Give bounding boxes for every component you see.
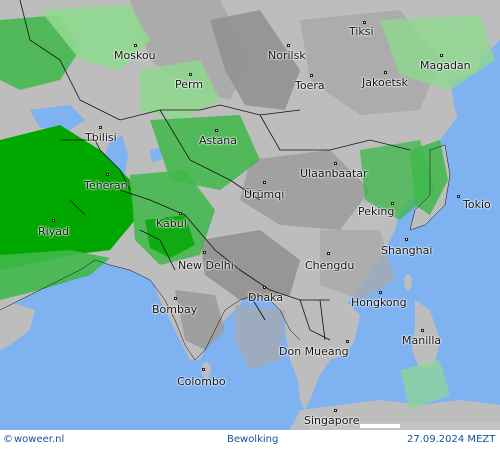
city-riyad: Riyad	[38, 219, 69, 238]
city-label: Jakoetsk	[362, 76, 408, 89]
city-teheran: Teheran	[84, 173, 128, 192]
city-tiksi: Tiksi	[349, 21, 374, 38]
landmass-taiwan	[404, 274, 412, 290]
city-dot	[106, 173, 109, 176]
city-ulaanbaatar: Ulaanbaatar	[300, 162, 368, 180]
city-label: Magadan	[420, 59, 471, 72]
city-dot	[263, 181, 266, 184]
map-footer: © woweer.nl Bewolking 27.09.2024 MEZT	[0, 430, 500, 450]
city-norilsk: Norilsk	[268, 44, 306, 62]
city-dot	[263, 286, 266, 289]
city-dot	[334, 162, 337, 165]
city-label: Tiksi	[349, 25, 374, 38]
city-dot	[440, 54, 443, 57]
city-dot	[391, 202, 394, 205]
city-label: Toera	[295, 79, 325, 92]
city-donmueang: Don Mueang	[279, 340, 349, 358]
city-magadan: Magadan	[420, 54, 471, 72]
city-label: Manilla	[402, 334, 442, 347]
city-label: Moskou	[114, 49, 156, 62]
city-dot	[310, 74, 313, 77]
city-chengdu: Chengdu	[305, 252, 355, 272]
city-shanghai: Shanghai	[381, 238, 433, 257]
city-label: Shanghai	[381, 244, 433, 257]
city-dot	[327, 252, 330, 255]
city-toera: Toera	[295, 74, 325, 92]
city-label: Tbilisi	[85, 131, 117, 144]
city-dot	[179, 212, 182, 215]
city-label: Colombo	[177, 375, 226, 388]
city-dot	[346, 340, 349, 343]
city-label: Peking	[358, 205, 395, 218]
city-dot	[379, 291, 382, 294]
city-label: Teheran	[84, 179, 128, 192]
city-peking: Peking	[358, 202, 395, 218]
city-dot	[189, 73, 192, 76]
city-label: Dhaka	[248, 291, 284, 304]
city-dot	[202, 368, 205, 371]
city-label: Perm	[175, 78, 204, 91]
city-label: Chengdu	[305, 259, 355, 272]
map-datetime: 27.09.2024 MEZT	[407, 434, 496, 445]
city-astana: Astana	[199, 129, 238, 147]
city-dot	[99, 126, 102, 129]
city-dot	[334, 409, 337, 412]
city-dot	[134, 44, 137, 47]
source-link[interactable]: woweer.nl	[14, 434, 64, 445]
city-manilla: Manilla	[402, 329, 442, 347]
city-label: Astana	[199, 134, 238, 147]
city-label: Tokio	[463, 198, 491, 211]
copyright-symbol: ©	[3, 434, 13, 445]
city-dot	[52, 219, 55, 222]
city-dot	[363, 21, 366, 24]
city-label: Singapore	[304, 414, 360, 427]
city-dot	[174, 297, 177, 300]
city-dot	[203, 251, 206, 254]
city-kabul: Kabul	[156, 212, 187, 230]
city-bombay: Bombay	[152, 297, 198, 316]
city-newdelhi: New Delhi	[178, 251, 234, 272]
city-dot	[405, 238, 408, 241]
city-urumqi: Ürümqi	[244, 181, 285, 201]
city-dot	[287, 44, 290, 47]
city-dot	[421, 329, 424, 332]
city-tbilisi: Tbilisi	[85, 126, 117, 144]
city-dhaka: Dhaka	[248, 286, 284, 304]
city-tokio: Tokio	[457, 195, 491, 211]
city-dot	[384, 71, 387, 74]
city-label: Kabul	[156, 217, 187, 230]
city-dot	[215, 129, 218, 132]
city-label: Don Mueang	[279, 345, 349, 358]
city-label: Ürümqi	[244, 188, 285, 201]
city-perm: Perm	[175, 73, 204, 91]
city-label: Hongkong	[351, 296, 407, 309]
city-label: Bombay	[152, 303, 198, 316]
city-label: Riyad	[38, 225, 69, 238]
city-singapore: Singapore	[304, 409, 360, 427]
city-colombo: Colombo	[177, 368, 226, 388]
weather-map: Tiksi Moskou Norilsk Magadan Perm Toera …	[0, 0, 500, 430]
city-jakoetsk: Jakoetsk	[362, 71, 408, 89]
city-moskou: Moskou	[114, 44, 156, 62]
city-label: Ulaanbaatar	[300, 167, 368, 180]
city-label: Norilsk	[268, 49, 306, 62]
map-title: Bewolking	[227, 434, 279, 445]
city-hongkong: Hongkong	[351, 291, 407, 309]
city-dot	[457, 195, 460, 198]
city-label: New Delhi	[178, 259, 234, 272]
